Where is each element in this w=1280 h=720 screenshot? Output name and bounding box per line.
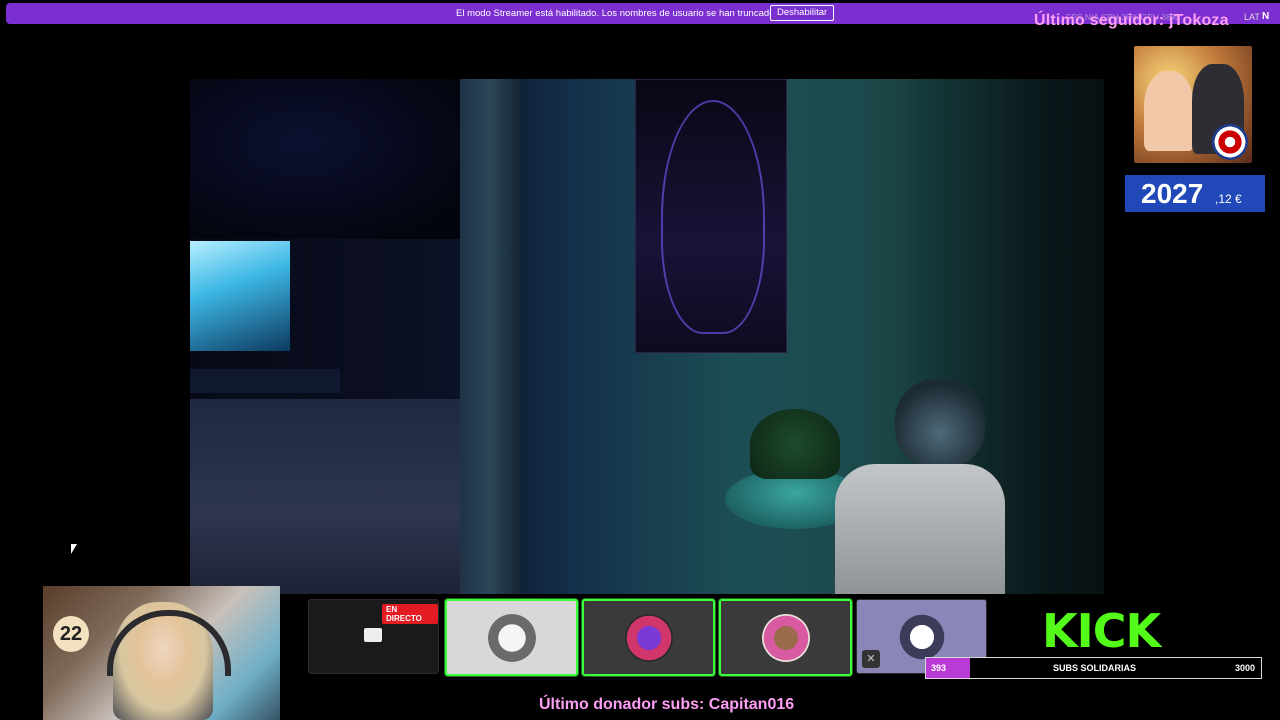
lat-label: LAT: [1244, 12, 1260, 22]
neon-poster: [635, 79, 787, 353]
muted-mic-icon: ✕: [862, 650, 880, 668]
donation-integer: 2027: [1141, 178, 1204, 209]
game-scene: [190, 79, 1104, 594]
avatar-head: [895, 379, 985, 469]
avatar-body: [835, 464, 1005, 594]
art-girl-figure: [1144, 71, 1194, 151]
subs-label: SUBS SOLIDARIAS: [1053, 663, 1137, 673]
channel-artwork: [1134, 46, 1252, 163]
participant-avatar: [487, 613, 536, 662]
live-badge: EN DIRECTO: [382, 604, 438, 624]
subs-current: 393: [931, 663, 947, 673]
disable-streamer-mode-button[interactable]: Deshabilitar: [770, 5, 835, 21]
corner-logo: N: [1262, 11, 1270, 22]
last-donor-label: Último donador subs: Capitan016: [539, 696, 795, 713]
mouse-cursor-icon: [71, 544, 77, 554]
participant-avatar: [761, 613, 810, 662]
subs-goal-bar: 393 SUBS SOLIDARIAS 3000: [925, 657, 1262, 679]
tv-screen: [190, 241, 290, 351]
last-follower-label: Último seguidor: jTokoza: [1034, 12, 1229, 29]
poster-figure: [661, 100, 765, 334]
kick-logo: KICK: [1042, 604, 1161, 658]
jersey-number: 22: [53, 616, 89, 652]
subs-goal: 3000: [1234, 663, 1255, 673]
webcam-feed: 22: [43, 586, 280, 720]
thumb-screen[interactable]: EN DIRECTO: [308, 599, 439, 674]
thumb-avatar-1[interactable]: [445, 599, 578, 676]
streamer-mode-text: El modo Streamer está habilitado. Los no…: [456, 8, 778, 19]
door-frame: [460, 79, 520, 594]
participant-avatar: [897, 612, 946, 661]
donation-decimal: ,12 €: [1215, 192, 1242, 206]
vr-avatar: [810, 379, 1010, 594]
night-sky: [190, 79, 470, 239]
thumb-avatar-3[interactable]: [719, 599, 852, 676]
shield-icon: [1212, 124, 1248, 160]
participant-avatar: [624, 613, 673, 662]
donation-total: 2027 ,12 €: [1125, 175, 1265, 212]
screen-share-icon: [364, 628, 382, 642]
thumb-avatar-2[interactable]: [582, 599, 715, 676]
tv-shelf: [190, 369, 340, 393]
